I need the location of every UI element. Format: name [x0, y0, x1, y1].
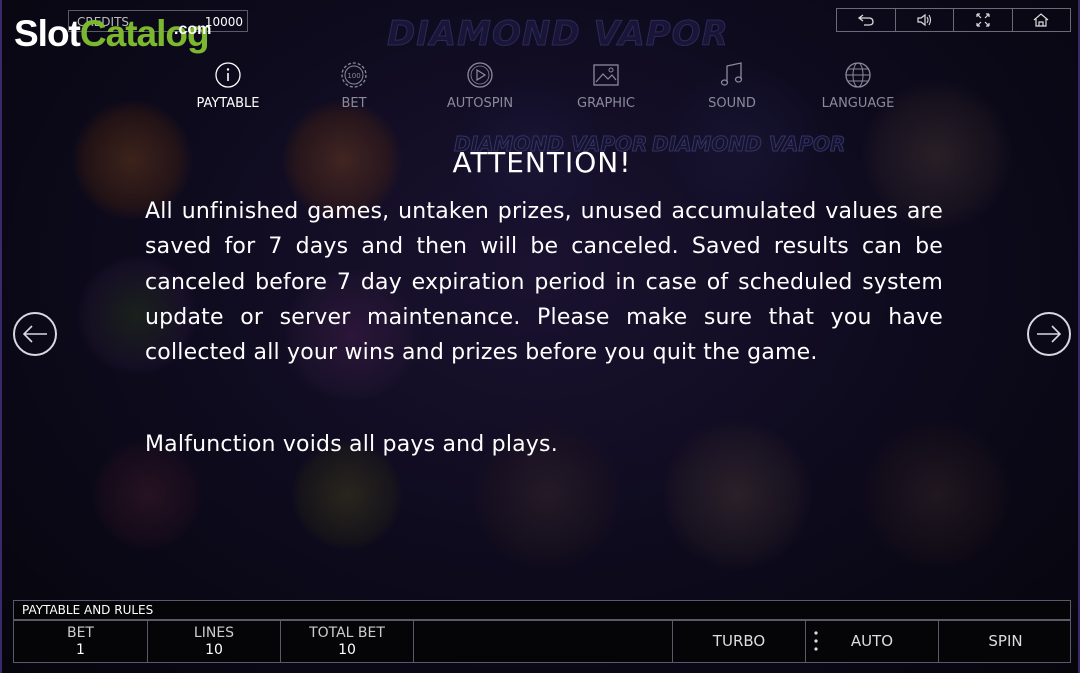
home-button[interactable]	[1013, 9, 1071, 31]
play-circle-icon	[467, 62, 493, 88]
bet-label: BET	[66, 625, 94, 641]
image-icon	[593, 64, 619, 86]
arrow-left-icon	[22, 325, 47, 343]
tab-graphic-label: GRAPHIC	[577, 96, 635, 111]
spin-button[interactable]: SPIN	[939, 621, 1072, 662]
game-screen: DIAMOND VAPOR DIAMOND VAPOR DIAMOND VAPO…	[0, 0, 1080, 673]
back-arrow-icon	[857, 14, 874, 26]
tab-autospin-label: AUTOSPIN	[446, 96, 514, 111]
turbo-button[interactable]: TURBO	[673, 621, 806, 662]
tab-language-label: LANGUAGE	[821, 96, 895, 111]
sound-button[interactable]	[896, 9, 954, 31]
slotcatalog-watermark: SlotCatalog .com	[14, 12, 211, 56]
total-bet-label: TOTAL BET	[309, 625, 385, 641]
tab-sound-label: SOUND	[708, 96, 756, 111]
settings-tabs: PAYTABLE 100 BET AUTOSPIN GRAPHIC SOUND …	[165, 58, 925, 118]
music-note-icon	[720, 62, 743, 86]
next-page-button[interactable]	[1027, 312, 1071, 356]
rules-bar: PAYTABLE AND RULES	[13, 600, 1071, 620]
tab-graphic[interactable]: GRAPHIC	[543, 58, 669, 111]
tab-paytable[interactable]: PAYTABLE	[165, 58, 291, 111]
back-button[interactable]	[837, 9, 896, 31]
bar-spacer	[414, 621, 673, 662]
control-bar: BET 1 LINES 10 TOTAL BET 10 TURBO AUTO S…	[13, 620, 1071, 663]
speaker-icon	[917, 13, 932, 27]
malfunction-paragraph: Malfunction voids all pays and plays.	[145, 432, 558, 457]
chip-text: 100	[347, 72, 360, 80]
page-title: ATTENTION!	[452, 146, 632, 179]
game-logo: DIAMOND VAPOR	[387, 14, 729, 55]
lines-label: LINES	[193, 625, 235, 641]
menu-dots-icon	[814, 631, 818, 651]
watermark-com: .com	[174, 21, 212, 38]
lines-value: 10	[205, 642, 223, 658]
auto-label: AUTO	[850, 632, 894, 650]
home-icon	[1033, 13, 1049, 27]
tab-autospin[interactable]: AUTOSPIN	[417, 58, 543, 111]
arrow-right-icon	[1037, 325, 1062, 343]
globe-icon	[845, 62, 871, 88]
tab-language[interactable]: LANGUAGE	[795, 58, 921, 111]
bet-display[interactable]: BET 1	[14, 621, 148, 662]
fullscreen-icon	[976, 13, 990, 27]
rules-paragraph: All unfinished games, untaken prizes, un…	[145, 199, 943, 366]
chip-icon: 100	[341, 62, 367, 88]
tab-paytable-label: PAYTABLE	[196, 96, 260, 111]
tab-sound[interactable]: SOUND	[669, 58, 795, 111]
total-bet-value: 10	[338, 642, 356, 658]
bet-value: 1	[76, 642, 85, 658]
lines-display[interactable]: LINES 10	[148, 621, 281, 662]
total-bet-display: TOTAL BET 10	[281, 621, 414, 662]
previous-page-button[interactable]	[13, 312, 57, 356]
top-controls	[836, 8, 1071, 32]
info-icon	[215, 62, 241, 88]
tab-bet[interactable]: 100 BET	[291, 58, 417, 111]
fullscreen-button[interactable]	[954, 9, 1013, 31]
watermark-slot: Slot	[14, 13, 81, 54]
tab-bet-label: BET	[341, 96, 367, 111]
auto-button[interactable]: AUTO	[806, 621, 939, 662]
